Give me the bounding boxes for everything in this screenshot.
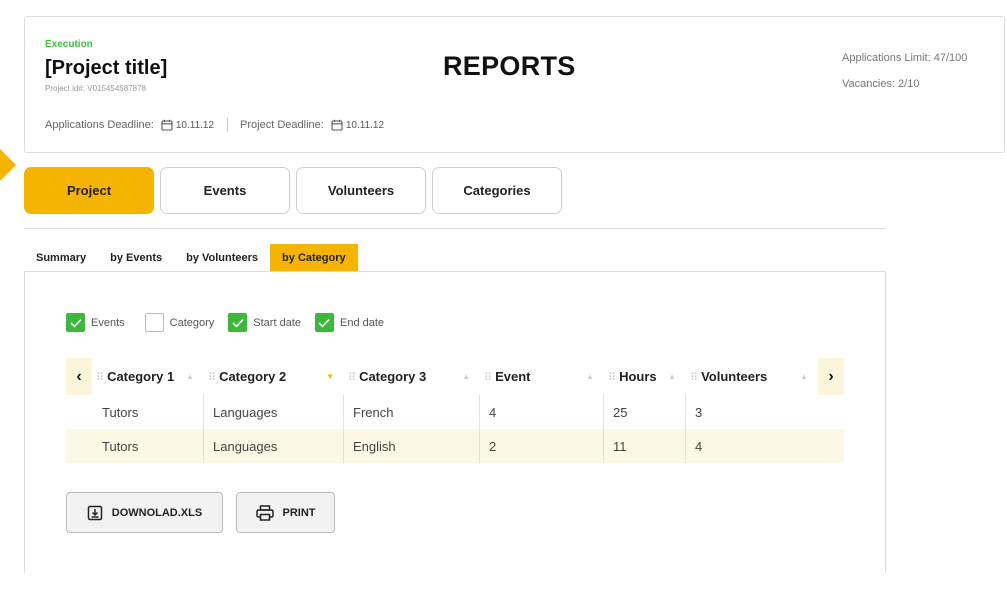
table-row: Tutors Languages French 4 25 3 — [66, 395, 844, 429]
check-icon — [232, 318, 244, 328]
column-header-category-3[interactable]: ⠿ Category 3 ▲ — [344, 358, 480, 395]
checkbox-checked[interactable] — [66, 313, 85, 332]
table-cell: French — [344, 395, 480, 429]
check-icon — [318, 318, 331, 328]
scroll-left-button[interactable]: ‹ — [66, 358, 92, 395]
drag-handle-icon[interactable]: ⠿ — [348, 372, 356, 384]
checkbox-checked[interactable] — [228, 313, 248, 332]
table-cell: 11 — [604, 429, 686, 463]
subtab-by-volunteers[interactable]: by Volunteers — [174, 244, 270, 271]
column-filters: Events Category Start date End date — [66, 313, 392, 332]
table-cell: 2 — [480, 429, 604, 463]
column-title: Category 1 — [107, 369, 175, 384]
project-id: Project id#: V015454587878 — [45, 84, 146, 93]
main-tabs: Project Events Volunteers Categories — [24, 167, 568, 214]
table-header: ‹ ⠿ Category 1 ▲ ⠿ Category 2 ▼ ⠿ Category … — [66, 358, 844, 395]
table-cell: 25 — [604, 395, 686, 429]
deadline-divider — [227, 118, 229, 132]
subtab-by-events[interactable]: by Events — [98, 244, 174, 271]
tab-volunteers[interactable]: Volunteers — [296, 167, 426, 214]
filter-label: Category — [169, 316, 215, 329]
table-cell: Tutors — [66, 395, 204, 429]
filter-label: Start date — [253, 316, 301, 329]
drag-handle-icon[interactable]: ⠿ — [484, 372, 492, 384]
applications-deadline-date: 10.11.12 — [175, 119, 215, 131]
drag-handle-icon[interactable]: ⠿ — [608, 372, 616, 384]
filter-end-date[interactable]: End date — [314, 313, 385, 332]
sort-arrow-icon[interactable]: ▲ — [462, 372, 470, 381]
deadlines-row: Applications Deadline: 10.11.12 Project … — [45, 118, 384, 132]
applications-limit: Applications Limit: 47/100 — [842, 52, 968, 64]
print-button[interactable]: PRINT — [236, 492, 335, 533]
category-report-table: ‹ ⠿ Category 1 ▲ ⠿ Category 2 ▼ ⠿ Category … — [66, 358, 844, 463]
tab-categories[interactable]: Categories — [432, 167, 562, 214]
filter-category[interactable]: Category — [144, 313, 215, 332]
tabs-divider — [24, 228, 886, 229]
project-title: [Project title] — [45, 57, 168, 79]
table-cell: Languages — [204, 395, 344, 429]
vacancies-count: Vacancies: 2/10 — [842, 78, 920, 90]
table-cell: 4 — [695, 438, 703, 454]
sort-arrow-icon[interactable]: ▲ — [586, 372, 594, 381]
column-header-event[interactable]: ⠿ Event ▲ — [480, 358, 604, 395]
filter-start-date[interactable]: Start date — [228, 313, 301, 332]
column-header-category-2[interactable]: ⠿ Category 2 ▼ — [204, 358, 344, 395]
filter-label: Events — [91, 316, 125, 329]
checkbox-checked[interactable] — [314, 313, 334, 332]
column-title: Volunteers — [701, 369, 768, 384]
report-panel: Events Category Start date End date ‹ ⠿ C… — [24, 271, 886, 573]
table-cell: 4 — [480, 395, 604, 429]
project-header-card: Execution [Project title] Project id#: V… — [24, 16, 1005, 153]
report-sub-tabs: Summary by Events by Volunteers by Categ… — [24, 244, 358, 271]
project-status: Execution — [45, 39, 93, 50]
column-header-hours[interactable]: ⠿ Hours ▲ — [604, 358, 686, 395]
calendar-icon — [331, 119, 343, 131]
drag-handle-icon[interactable]: ⠿ — [690, 372, 698, 384]
column-title: Event — [495, 369, 531, 384]
download-xls-button[interactable]: DOWNOLAD.XLS — [66, 492, 223, 533]
sort-arrow-icon[interactable]: ▼ — [326, 372, 334, 381]
scroll-right-button[interactable]: › — [818, 358, 844, 395]
drag-handle-icon[interactable]: ⠿ — [208, 372, 216, 384]
column-header-category-1[interactable]: ⠿ Category 1 ▲ — [92, 358, 204, 395]
check-icon — [69, 318, 82, 328]
sort-arrow-icon[interactable]: ▲ — [668, 372, 676, 381]
filter-events[interactable]: Events — [66, 313, 125, 332]
print-button-label: PRINT — [282, 506, 316, 519]
active-section-marker — [0, 149, 16, 181]
calendar-icon — [161, 119, 173, 131]
project-deadline-date: 10.11.12 — [345, 119, 385, 131]
tab-project[interactable]: Project — [24, 167, 154, 214]
table-row: Tutors Languages English 2 11 4 — [66, 429, 844, 463]
download-button-label: DOWNOLAD.XLS — [111, 506, 203, 519]
printer-icon — [255, 504, 274, 521]
table-cell: 3 — [695, 404, 703, 420]
checkbox-unchecked[interactable] — [144, 313, 164, 332]
column-title: Hours — [619, 369, 657, 384]
drag-handle-icon[interactable]: ⠿ — [96, 372, 104, 384]
column-title: Category 2 — [219, 369, 287, 384]
sort-arrow-icon[interactable]: ▲ — [800, 372, 808, 381]
table-cell: English — [344, 429, 480, 463]
subtab-by-category[interactable]: by Category — [270, 244, 358, 271]
column-header-volunteers[interactable]: ⠿ Volunteers ▲ — [686, 358, 818, 395]
column-title: Category 3 — [359, 369, 427, 384]
table-cell: Languages — [204, 429, 344, 463]
subtab-summary[interactable]: Summary — [24, 244, 98, 271]
tab-events[interactable]: Events — [160, 167, 290, 214]
filter-label: End date — [339, 316, 385, 329]
limits-panel: Applications Limit: 47/100 Vacancies: 2/… — [842, 45, 967, 97]
applications-deadline-label: Applications Deadline: — [45, 119, 154, 131]
download-icon — [87, 505, 103, 520]
table-cell: Tutors — [66, 429, 204, 463]
project-deadline-label: Project Deadline: — [240, 119, 324, 131]
page-title: REPORTS — [443, 51, 576, 81]
sort-arrow-icon[interactable]: ▲ — [186, 372, 194, 381]
